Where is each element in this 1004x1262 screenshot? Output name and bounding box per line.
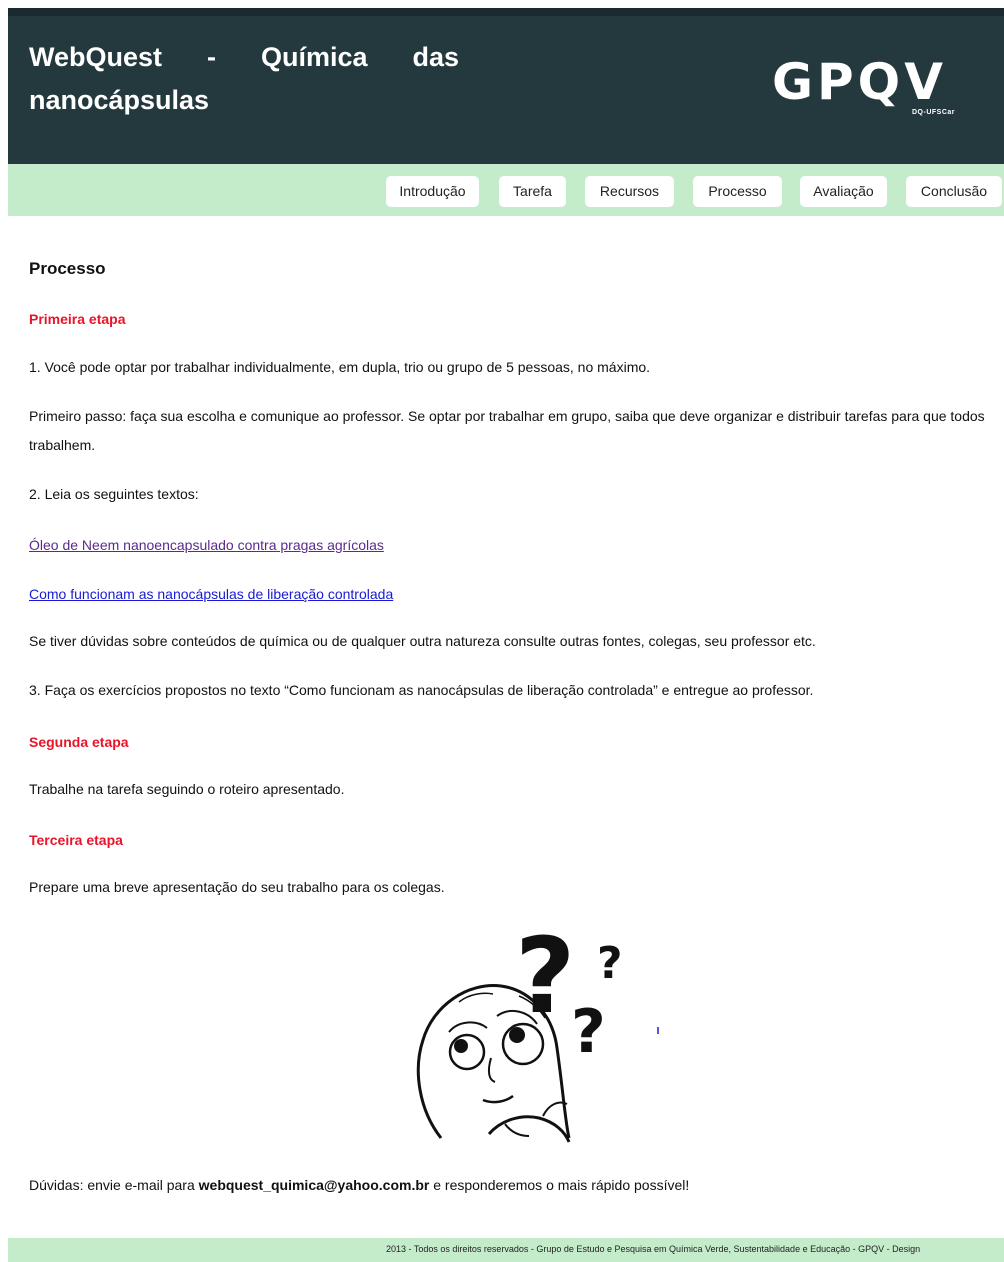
stage-1-paragraph-5: 3. Faça os exercícios propostos no texto… bbox=[29, 682, 814, 698]
site-footer: 2013 - Todos os direitos reservados - Gr… bbox=[8, 1238, 1004, 1262]
svg-text:?: ? bbox=[571, 997, 606, 1067]
stage-3-title: Terceira etapa bbox=[29, 832, 123, 848]
contact-suffix: e responderemos o mais rápido possível! bbox=[429, 1177, 690, 1193]
site-title: WebQuest - Química das nanocápsulas bbox=[29, 42, 459, 115]
link-oleo-neem[interactable]: Óleo de Neem nanoencapsulado contra prag… bbox=[29, 537, 384, 553]
thinking-face-image: ? ? ? bbox=[416, 920, 659, 1143]
svg-text:?: ? bbox=[597, 938, 623, 989]
page-title: Processo bbox=[29, 259, 106, 278]
stage-1-paragraph-1: 1. Você pode optar por trabalhar individ… bbox=[29, 359, 651, 375]
nav-tarefa[interactable]: Tarefa bbox=[499, 176, 566, 207]
nav-avaliacao[interactable]: Avaliação bbox=[800, 176, 887, 207]
nav-conclusao[interactable]: Conclusão bbox=[906, 176, 1002, 207]
link-nanocapsulas[interactable]: Como funcionam as nanocápsulas de libera… bbox=[29, 586, 393, 602]
stage-2-title: Segunda etapa bbox=[29, 734, 129, 750]
logo-subtext: DQ-UFSCar bbox=[912, 109, 956, 116]
nav-recursos[interactable]: Recursos bbox=[585, 176, 674, 207]
contact-email[interactable]: webquest_quimica@yahoo.com.br bbox=[199, 1177, 430, 1193]
nav-introducao[interactable]: Introdução bbox=[386, 176, 479, 207]
contact-prefix: Dúvidas: envie e-mail para bbox=[29, 1177, 199, 1193]
site-header: WebQuest - Química das nanocápsulas GPQV… bbox=[8, 16, 1004, 164]
stage-1-paragraph-2: Primeiro passo: faça sua escolha e comun… bbox=[29, 408, 985, 453]
nav-processo[interactable]: Processo bbox=[693, 176, 782, 207]
stage-2-paragraph: Trabalhe na tarefa seguindo o roteiro ap… bbox=[29, 781, 345, 797]
stage-1-paragraph-3: 2. Leia os seguintes textos: bbox=[29, 486, 199, 502]
contact-line: Dúvidas: envie e-mail para webquest_quim… bbox=[29, 1171, 997, 1200]
gpqv-logo: GPQV DQ-UFSCar bbox=[772, 52, 972, 132]
stage-1-title: Primeira etapa bbox=[29, 311, 126, 327]
logo-text: GPQV bbox=[772, 53, 947, 111]
stage-3-paragraph: Prepare uma breve apresentação do seu tr… bbox=[29, 879, 445, 895]
stage-1-paragraph-4: Se tiver dúvidas sobre conteúdos de quím… bbox=[29, 633, 816, 649]
header-top-strip bbox=[8, 8, 1004, 16]
footer-copyright: 2013 - Todos os direitos reservados - Gr… bbox=[386, 1244, 921, 1254]
svg-text:?: ? bbox=[515, 920, 575, 1037]
